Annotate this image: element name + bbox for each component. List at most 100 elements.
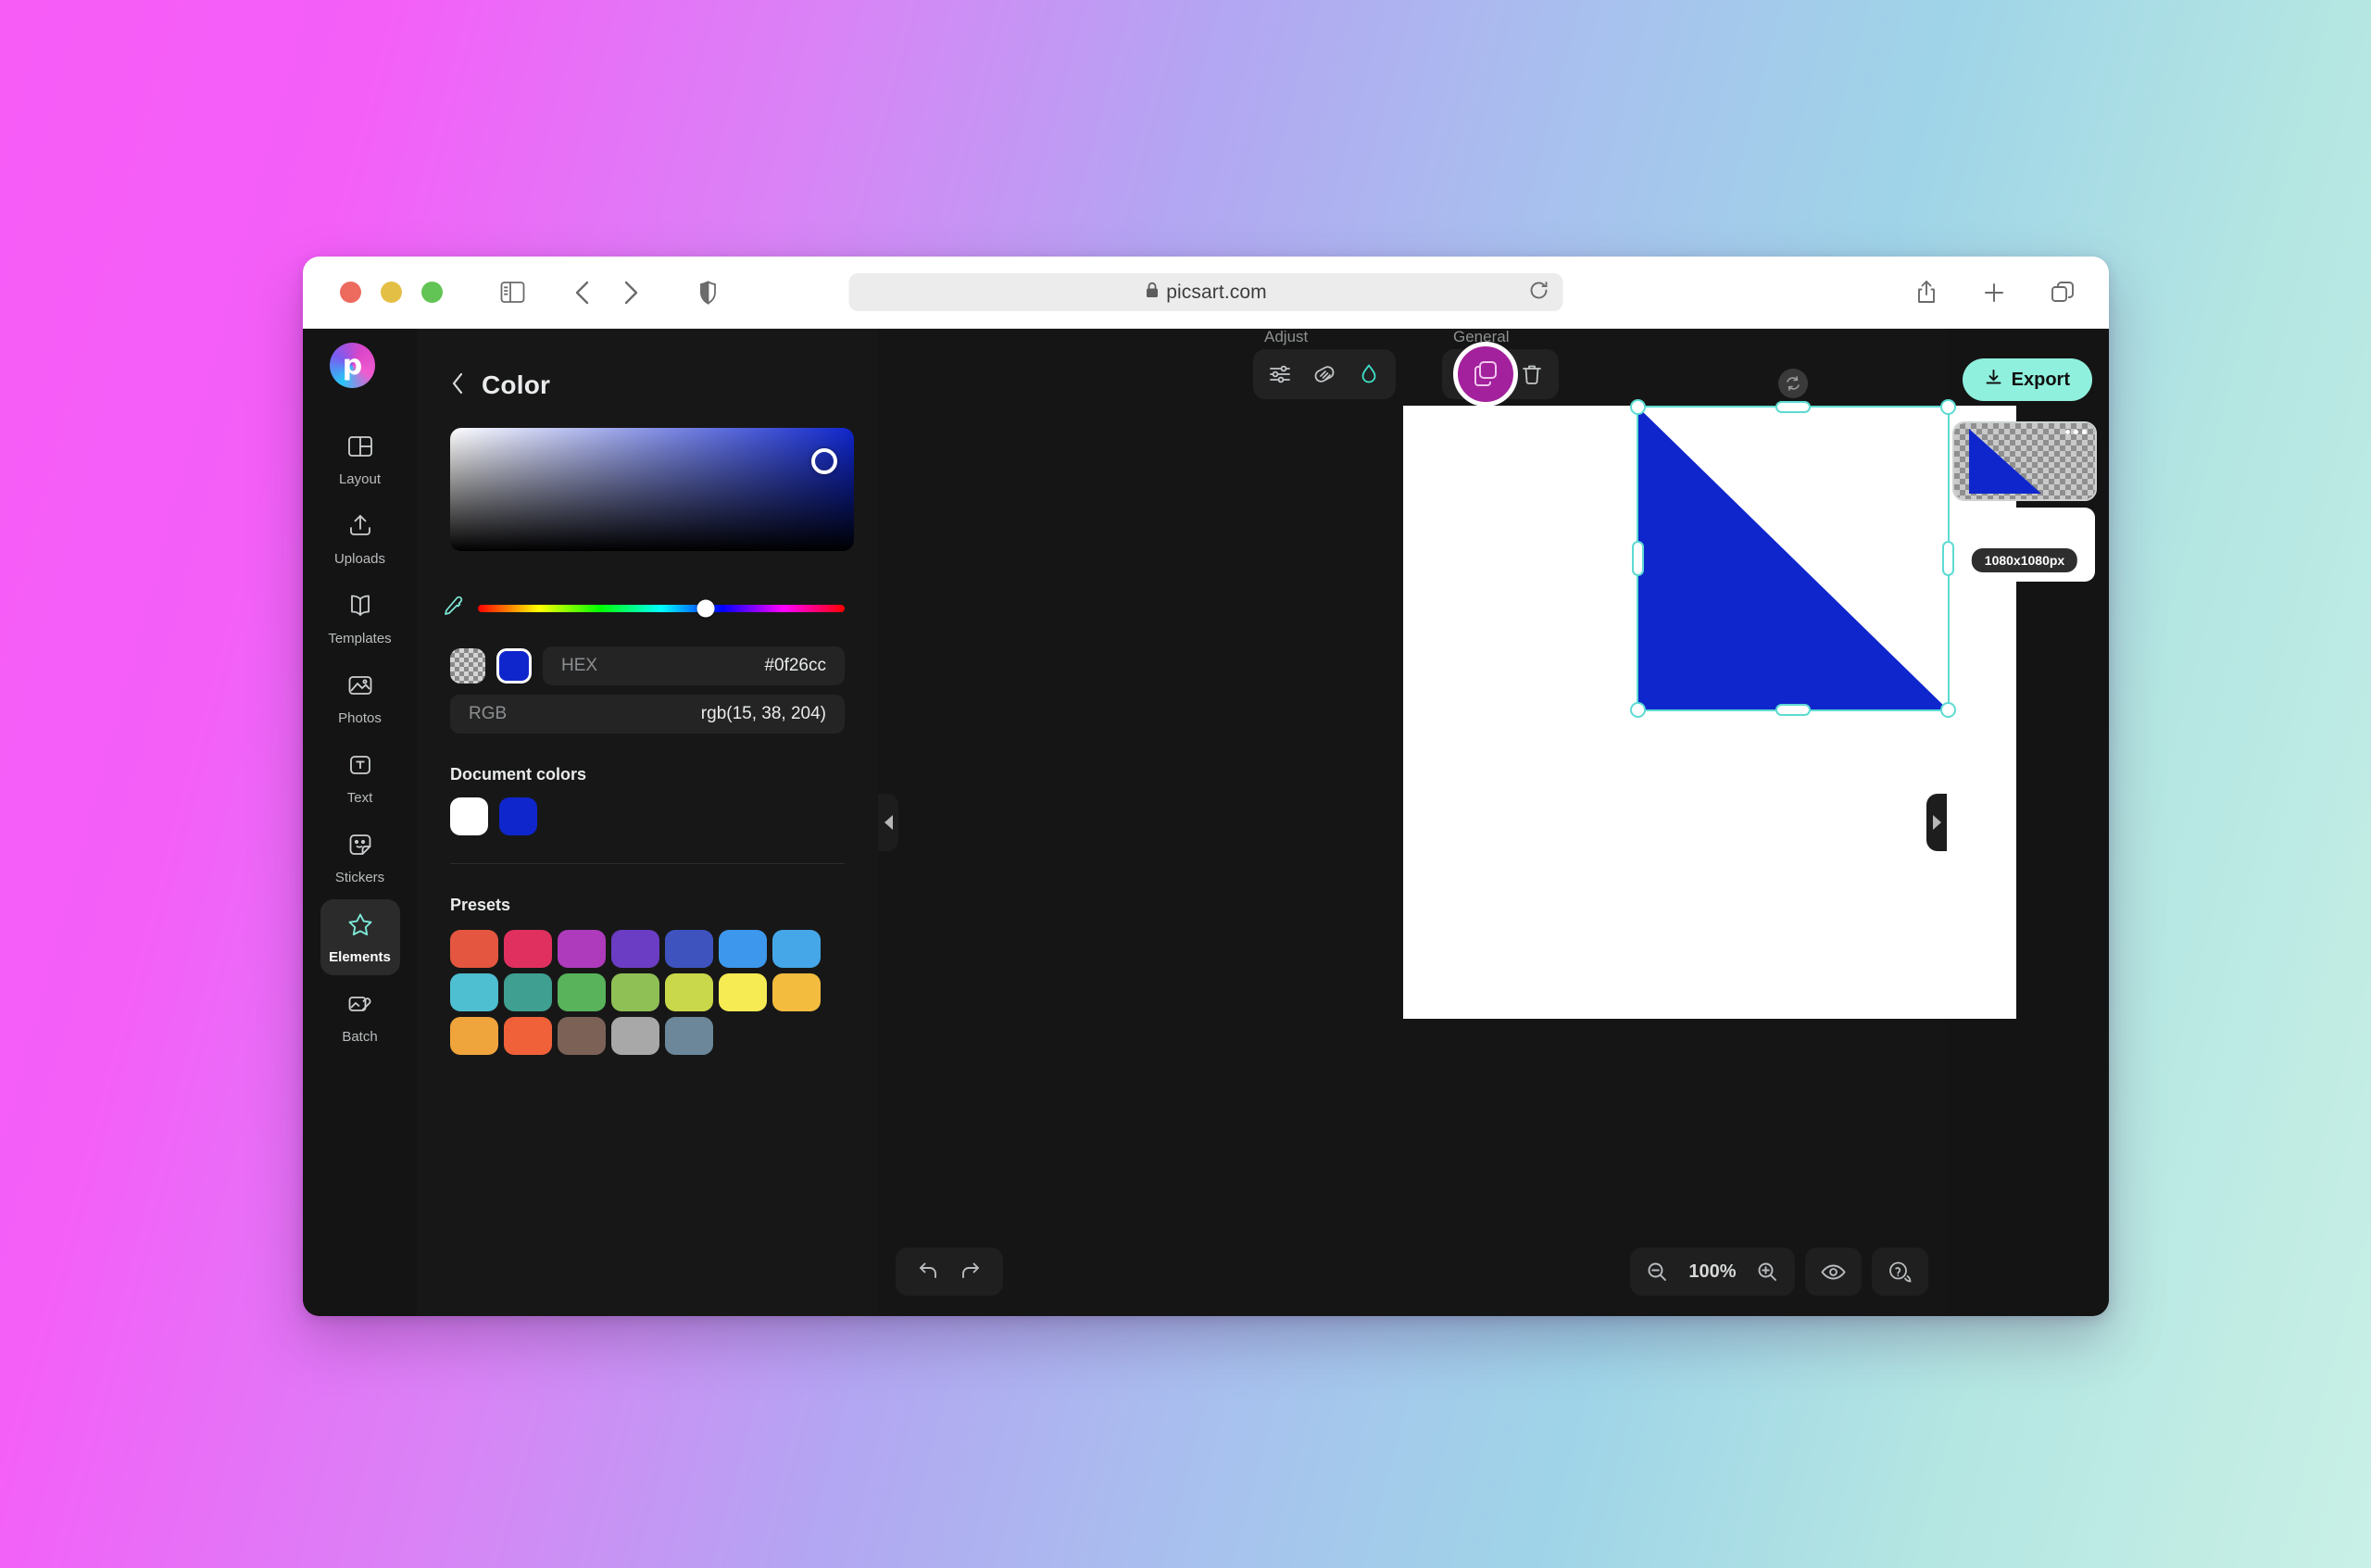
preset-color-swatch[interactable] — [665, 1017, 713, 1055]
sliders-icon[interactable] — [1268, 362, 1292, 386]
sidebar-item-batch[interactable]: Batch — [320, 979, 400, 1055]
preset-color-swatch[interactable] — [504, 1017, 552, 1055]
reload-icon[interactable] — [1528, 279, 1550, 306]
nav-buttons — [573, 280, 640, 306]
tab-overview-icon[interactable] — [2051, 281, 2076, 305]
back-arrow-icon[interactable] — [573, 280, 592, 306]
star-icon — [346, 910, 374, 943]
hue-slider[interactable] — [478, 605, 845, 612]
preset-color-swatch[interactable] — [450, 930, 498, 968]
sidebar-item-layout[interactable]: Layout — [320, 421, 400, 497]
sidebar-item-photos[interactable]: Photos — [320, 660, 400, 736]
browser-toolbar: picsart.com — [303, 257, 2109, 329]
resize-handle-top-right[interactable] — [1940, 399, 1956, 415]
sidebar-item-label: Photos — [338, 710, 382, 726]
export-button[interactable]: Export — [1963, 358, 2092, 401]
document-color-swatch[interactable] — [450, 797, 488, 835]
preset-color-swatch[interactable] — [611, 930, 659, 968]
layer-options-icon[interactable] — [2065, 430, 2087, 434]
preset-color-swatch[interactable] — [450, 973, 498, 1011]
preset-color-swatch[interactable] — [450, 1017, 498, 1055]
picsart-logo[interactable]: p — [330, 343, 375, 388]
preset-color-swatch[interactable] — [611, 973, 659, 1011]
maximize-window-button[interactable] — [421, 282, 443, 303]
sidebar-item-elements[interactable]: Elements — [320, 899, 400, 975]
rgb-field[interactable]: RGB rgb(15, 38, 204) — [450, 695, 845, 734]
upload-icon — [346, 512, 374, 545]
document-color-swatch[interactable] — [499, 797, 537, 835]
plus-icon[interactable] — [1982, 281, 2006, 305]
picsart-editor: p Layout Uploads — [303, 329, 2109, 1316]
forward-arrow-icon[interactable] — [621, 280, 640, 306]
sidebar-item-text[interactable]: Text — [320, 740, 400, 816]
photos-icon — [346, 671, 374, 704]
eye-icon[interactable] — [1821, 1261, 1846, 1284]
zoom-out-icon[interactable] — [1646, 1261, 1669, 1284]
resize-handle-bottom-right[interactable] — [1940, 702, 1956, 718]
preset-color-swatch[interactable] — [558, 930, 606, 968]
list-item[interactable]: 1080x1080px — [1954, 508, 2095, 582]
preset-color-swatch[interactable] — [772, 973, 821, 1011]
droplet-icon[interactable] — [1357, 362, 1381, 386]
preset-color-swatch[interactable] — [719, 973, 767, 1011]
collapse-right-icon[interactable] — [1926, 794, 1947, 851]
page-title: Color — [482, 370, 550, 400]
transparent-swatch[interactable] — [450, 648, 485, 684]
export-label: Export — [2012, 370, 2070, 391]
minimize-window-button[interactable] — [381, 282, 402, 303]
share-icon[interactable] — [1915, 280, 1938, 305]
resize-handle-right[interactable] — [1942, 541, 1954, 576]
resize-handle-left[interactable] — [1632, 541, 1644, 576]
download-icon — [1985, 369, 2002, 392]
preset-color-swatch[interactable] — [504, 930, 552, 968]
eyedropper-icon[interactable] — [443, 596, 463, 621]
hue-row — [443, 596, 845, 621]
collapse-left-icon[interactable] — [878, 794, 898, 851]
stickers-icon — [346, 831, 374, 863]
browser-actions — [1915, 280, 2076, 305]
effects-icon[interactable] — [1312, 362, 1336, 386]
sidebar-item-stickers[interactable]: Stickers — [320, 820, 400, 896]
zoom-level[interactable]: 100% — [1684, 1261, 1741, 1283]
preset-color-swatch[interactable] — [772, 930, 821, 968]
hue-slider-handle[interactable] — [696, 599, 714, 617]
redo-icon[interactable] — [959, 1260, 983, 1284]
close-window-button[interactable] — [340, 282, 361, 303]
duplicate-button[interactable] — [1453, 342, 1518, 407]
sidebar-item-templates[interactable]: Templates — [320, 581, 400, 657]
duplicate-icon — [1470, 357, 1501, 393]
hex-field[interactable]: HEX #0f26cc — [543, 646, 845, 685]
sidebar-toggle-icon[interactable] — [500, 281, 525, 304]
address-bar[interactable]: picsart.com — [849, 273, 1563, 311]
selection-box[interactable] — [1637, 406, 1950, 711]
trash-icon[interactable] — [1520, 362, 1544, 386]
privacy-shield-icon[interactable] — [699, 281, 717, 305]
chevron-left-icon[interactable] — [450, 371, 466, 400]
sidebar-item-uploads[interactable]: Uploads — [320, 501, 400, 577]
color-picker-handle[interactable] — [811, 448, 837, 474]
hex-value: #0f26cc — [764, 656, 826, 676]
undo-icon[interactable] — [916, 1260, 940, 1284]
current-color-swatch[interactable] — [496, 648, 532, 684]
resize-handle-bottom-left[interactable] — [1630, 702, 1646, 718]
preset-color-swatch[interactable] — [504, 973, 552, 1011]
lock-icon — [1145, 282, 1159, 303]
resize-handle-top-left[interactable] — [1630, 399, 1646, 415]
saturation-brightness-field[interactable] — [450, 428, 854, 551]
rgb-value: rgb(15, 38, 204) — [701, 704, 826, 724]
layout-icon — [346, 433, 374, 465]
resize-handle-top[interactable] — [1775, 401, 1811, 413]
preset-color-swatch[interactable] — [558, 973, 606, 1011]
list-item[interactable] — [1954, 423, 2095, 499]
preset-color-swatch[interactable] — [719, 930, 767, 968]
resize-handle-bottom[interactable] — [1775, 704, 1811, 716]
preset-color-swatch[interactable] — [665, 930, 713, 968]
zoom-in-icon[interactable] — [1756, 1261, 1779, 1284]
preset-color-swatch[interactable] — [611, 1017, 659, 1055]
rotate-icon[interactable] — [1778, 369, 1808, 398]
sidebar-item-label: Stickers — [335, 870, 384, 885]
help-icon[interactable] — [1888, 1261, 1913, 1284]
preset-color-swatch[interactable] — [665, 973, 713, 1011]
panel-header: Color — [417, 329, 878, 400]
preset-color-swatch[interactable] — [558, 1017, 606, 1055]
